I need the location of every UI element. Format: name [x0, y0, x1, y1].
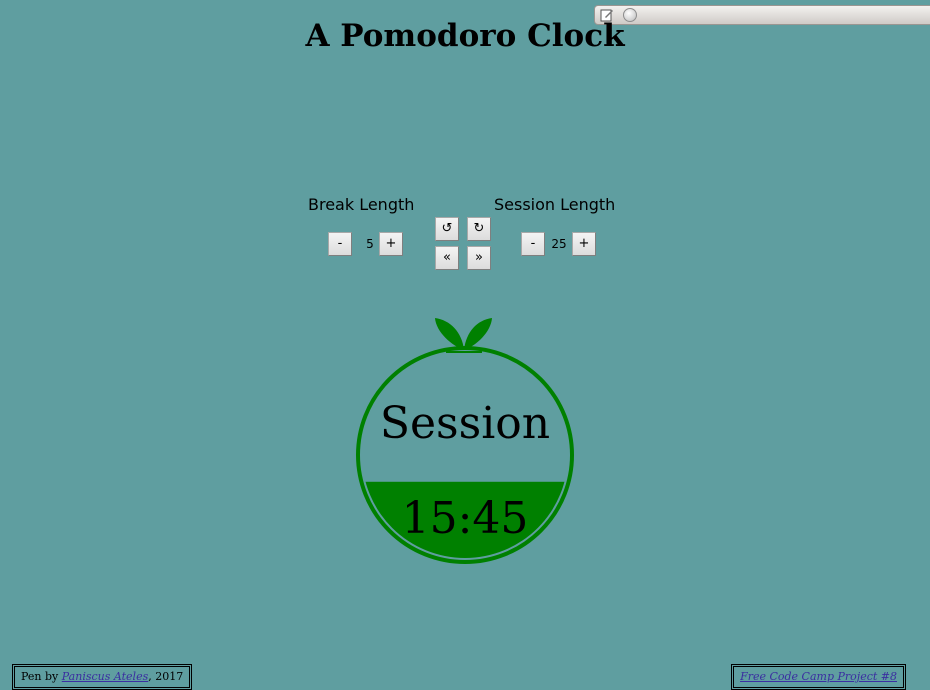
session-decrement-button[interactable]: -: [521, 232, 545, 256]
forward-button[interactable]: »: [467, 246, 491, 270]
footer-credit-prefix: Pen by: [21, 670, 62, 683]
author-link[interactable]: Paniscus Ateles: [62, 670, 148, 683]
redo-button[interactable]: ↻: [467, 217, 491, 241]
break-length-label: Break Length: [308, 195, 415, 214]
project-link[interactable]: Free Code Camp Project #8: [740, 670, 897, 683]
page-title: A Pomodoro Clock: [305, 18, 625, 54]
break-decrement-button[interactable]: -: [328, 232, 352, 256]
footer-credit-suffix: , 2017: [148, 670, 184, 683]
undo-button[interactable]: ↺: [435, 217, 459, 241]
footer-project: Free Code Camp Project #8: [731, 664, 906, 690]
session-length-label: Session Length: [494, 195, 616, 214]
rewind-button[interactable]: «: [435, 246, 459, 270]
clock-time-display: 15:45: [402, 493, 529, 544]
pomodoro-clock[interactable]: Session 15:45: [340, 310, 590, 570]
session-increment-button[interactable]: +: [572, 232, 596, 256]
session-length-value: 25: [551, 237, 567, 251]
footer-credit: Pen by Paniscus Ateles, 2017: [12, 664, 193, 690]
clock-mode-label: Session: [380, 398, 550, 449]
break-increment-button[interactable]: +: [379, 232, 403, 256]
